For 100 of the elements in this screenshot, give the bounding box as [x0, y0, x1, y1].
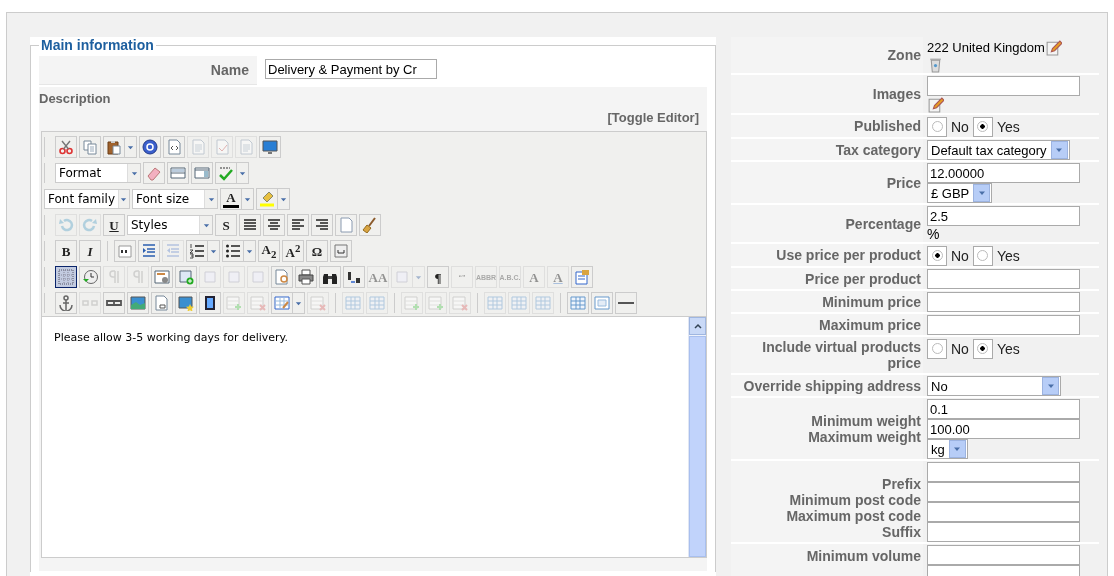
- toolbar-button[interactable]: A$_{2}$: [258, 240, 280, 262]
- indent-icon: [141, 243, 157, 259]
- page-icon: [338, 217, 354, 233]
- document-search-icon: [274, 269, 290, 285]
- dropdown[interactable]: kg: [927, 439, 968, 459]
- table-row-delete-icon: [452, 295, 468, 311]
- radio-button[interactable]: [931, 250, 943, 261]
- zone-value: 222 United Kingdom: [927, 39, 1045, 55]
- table-row-add-icon: [428, 295, 444, 311]
- broom-icon: [362, 217, 378, 233]
- option-label: Yes: [996, 340, 1020, 357]
- field-label: Override shipping address: [743, 377, 921, 394]
- table-row-add-icon: [404, 295, 420, 311]
- panel-icon: [170, 165, 186, 181]
- text-input[interactable]: [927, 315, 1080, 335]
- dropdown[interactable]: Default tax category: [927, 140, 1070, 160]
- toolbar-dropdown[interactable]: Styles: [127, 215, 213, 235]
- text-input[interactable]: [927, 482, 1080, 502]
- scissors-icon: [58, 139, 74, 155]
- text-input[interactable]: [927, 502, 1080, 522]
- option-label: No: [951, 340, 969, 357]
- radio-button[interactable]: [977, 250, 989, 261]
- toolbar-button[interactable]: A: [220, 188, 242, 210]
- monitor-icon: [262, 139, 278, 155]
- text-input[interactable]: [927, 462, 1080, 482]
- undo-icon: [58, 217, 74, 233]
- text-input[interactable]: [927, 269, 1080, 289]
- bullet-list-icon: [225, 243, 241, 259]
- printer-icon: [298, 269, 314, 285]
- toolbar-button[interactable]: I: [79, 240, 101, 262]
- text-input[interactable]: 0.1: [927, 399, 1080, 419]
- table-icon: [487, 295, 503, 311]
- field-label: Suffix: [882, 524, 921, 540]
- radio-button[interactable]: [931, 121, 943, 132]
- square-icon: [250, 269, 266, 285]
- align-right-icon: [314, 217, 330, 233]
- dropdown-arrow-button[interactable]: [242, 188, 254, 210]
- radio-button[interactable]: [977, 343, 989, 354]
- text-input[interactable]: [927, 76, 1080, 96]
- toolbar-dropdown[interactable]: Format: [55, 163, 141, 183]
- field-label: Zone: [887, 47, 921, 63]
- toolbar-dropdown[interactable]: Font size: [132, 189, 218, 209]
- field-label: Minimum weight: [811, 412, 921, 429]
- field-label: Minimum volume: [806, 548, 921, 564]
- field-label: Tax category: [835, 141, 921, 158]
- field-label: Include virtual products price: [761, 339, 921, 371]
- toolbar-button[interactable]: Ω: [306, 240, 328, 262]
- numbered-list-icon: [189, 243, 205, 259]
- text-input[interactable]: [927, 545, 1080, 565]
- square-icon: [226, 269, 242, 285]
- clipboard-icon: [106, 139, 122, 155]
- dropdown-arrow-button[interactable]: [125, 136, 137, 158]
- dotted-grid-icon: [58, 269, 74, 285]
- document-icon: [190, 139, 206, 155]
- radio-button[interactable]: [931, 343, 943, 354]
- square-icon: [202, 269, 218, 285]
- delete-button[interactable]: [927, 56, 944, 73]
- document-icon: [238, 139, 254, 155]
- dropdown[interactable]: £ GBP: [927, 183, 993, 203]
- film-icon: [202, 295, 218, 311]
- field-label: Use price per product: [776, 247, 921, 263]
- toolbar-button[interactable]: ¶: [427, 266, 449, 288]
- unit-label: %: [927, 226, 940, 242]
- toolbar-button[interactable]: A$^{2}$: [282, 240, 304, 262]
- dropdown-arrow-button[interactable]: [293, 292, 305, 314]
- field-label: Price: [886, 174, 921, 191]
- toolbar-button[interactable]: [55, 266, 77, 288]
- square-icon: [394, 269, 410, 285]
- toggle-editor-link[interactable]: [Toggle Editor]: [607, 110, 699, 127]
- text-input[interactable]: 2.5: [927, 206, 1080, 226]
- text-input[interactable]: [927, 522, 1080, 542]
- horizontal-line-icon: [618, 302, 634, 304]
- toolbar-dropdown[interactable]: Font family: [44, 189, 130, 209]
- name-input[interactable]: Delivery & Payment by Cr: [265, 59, 437, 79]
- dropdown-arrow-button[interactable]: [278, 188, 290, 210]
- field-label: Name: [39, 56, 257, 85]
- window-icon: [194, 165, 210, 181]
- layer-add-icon: [178, 269, 194, 285]
- caret-up-icon: [692, 321, 703, 331]
- edit-button[interactable]: [1044, 39, 1062, 56]
- edit-button[interactable]: [927, 96, 944, 113]
- toolbar-button[interactable]: B: [55, 240, 77, 262]
- toolbar-button[interactable]: U: [103, 214, 125, 236]
- linked-document-icon: [154, 295, 170, 311]
- text-input[interactable]: 12.00000: [927, 163, 1080, 183]
- anchor-icon: [58, 295, 74, 311]
- table-icon: [345, 295, 361, 311]
- table-pencil-icon: [274, 295, 290, 311]
- dropdown[interactable]: No: [927, 376, 1061, 396]
- dropdown-arrow-button[interactable]: [237, 162, 249, 184]
- outdent-icon: [165, 243, 181, 259]
- radio-button[interactable]: [977, 121, 989, 132]
- field-label: Maximum post code: [786, 508, 921, 524]
- table-row-delete-icon: [310, 295, 326, 311]
- text-input[interactable]: 100.00: [927, 419, 1080, 439]
- toolbar-button[interactable]: S: [215, 214, 237, 236]
- option-label: No: [951, 118, 969, 135]
- field-label: Maximum price: [819, 316, 921, 333]
- scroll-up-button[interactable]: [689, 317, 706, 335]
- text-input[interactable]: [927, 292, 1080, 312]
